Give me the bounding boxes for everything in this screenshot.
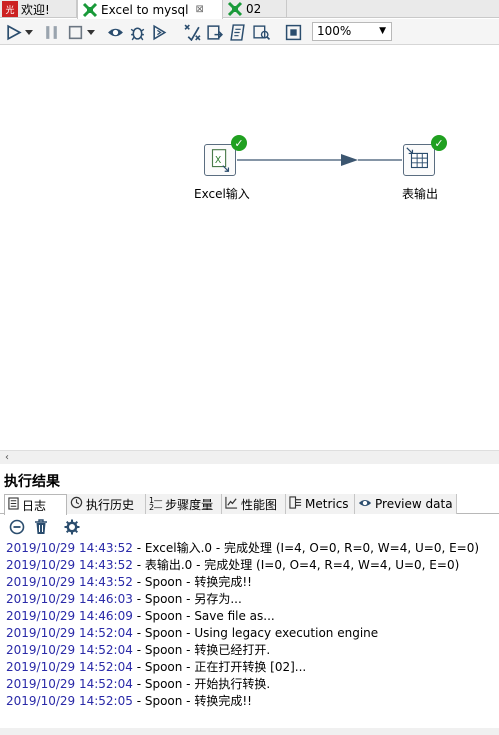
excel-input-step[interactable]: X	[204, 144, 236, 176]
transformation-canvas[interactable]: X ✓ Excel输入 ✓ 表输出	[0, 46, 499, 450]
log-line: 2019/10/29 14:43:52 - 表输出.0 - 完成处理 (I=0,…	[6, 558, 460, 572]
sql-icon[interactable]	[228, 23, 246, 41]
log-line: 2019/10/29 14:46:03 - Spoon - 另存为...	[6, 592, 242, 606]
tab-excel-to-mysql[interactable]: Excel to mysql ⊠	[77, 0, 223, 19]
run-dropdown-icon[interactable]	[24, 23, 34, 41]
chevron-down-icon: ▼	[379, 26, 386, 36]
success-check-icon: ✓	[231, 135, 247, 151]
results-title: 执行结果	[4, 474, 60, 490]
stop-log-icon[interactable]	[8, 518, 26, 536]
tab-history[interactable]: 执行历史	[67, 494, 146, 514]
node-label: Excel输入	[194, 187, 250, 201]
metrics-icon	[289, 496, 302, 512]
verify-icon[interactable]	[183, 23, 201, 41]
success-check-icon: ✓	[431, 135, 447, 151]
log-output[interactable]: 2019/10/29 14:43:52 - Excel输入.0 - 完成处理 (…	[0, 540, 499, 735]
tab-label: 步骤度量	[165, 497, 214, 512]
log-horizontal-scrollbar[interactable]	[0, 728, 499, 735]
tab-performance-graph[interactable]: 性能图	[222, 494, 286, 514]
preview-icon[interactable]	[106, 23, 124, 41]
history-icon	[70, 496, 83, 512]
welcome-icon: 光	[2, 1, 18, 17]
clear-log-icon[interactable]	[32, 518, 50, 536]
tab-label: 日志	[22, 498, 47, 513]
transformation-icon	[82, 2, 98, 18]
log-line: 2019/10/29 14:52:04 - Spoon - 开始执行转换.	[6, 677, 271, 691]
node-label: 表输出	[402, 187, 439, 201]
step-metrics-icon: 1― 2―	[149, 496, 163, 512]
log-icon	[8, 497, 19, 513]
log-line: 2019/10/29 14:52:04 - Spoon - Using lega…	[6, 626, 379, 640]
transformation-toolbar: 100% ▼	[0, 19, 499, 45]
hop-connector[interactable]	[0, 46, 499, 450]
tab-preview-data[interactable]: Preview data	[355, 494, 457, 514]
stop-dropdown-icon[interactable]	[86, 23, 96, 41]
tab-welcome[interactable]: 光 欢迎!	[0, 0, 77, 18]
log-line: 2019/10/29 14:46:09 - Spoon - Save file …	[6, 609, 275, 623]
debug-icon[interactable]	[128, 23, 146, 41]
explore-db-icon[interactable]	[252, 23, 270, 41]
tab-metrics[interactable]: Metrics	[286, 494, 355, 514]
log-toolbar	[0, 515, 499, 539]
log-line: 2019/10/29 14:43:52 - Spoon - 转换完成!!	[6, 575, 252, 589]
tab-label: Excel to mysql	[101, 2, 189, 17]
editor-tab-bar: 光 欢迎! Excel to mysql ⊠ 02	[0, 0, 499, 19]
zoom-value: 100%	[317, 24, 352, 38]
preview-data-icon	[358, 496, 372, 513]
stop-icon[interactable]	[66, 23, 84, 41]
tab-label: 欢迎!	[21, 2, 50, 17]
replay-icon[interactable]	[150, 23, 168, 41]
tab-log[interactable]: 日志	[4, 494, 67, 515]
zoom-select[interactable]: 100% ▼	[312, 22, 392, 41]
log-line: 2019/10/29 14:52:05 - Spoon - 转换完成!!	[6, 694, 252, 708]
show-results-icon[interactable]	[284, 23, 302, 41]
results-tab-bar: 日志 执行历史 1― 2― 步骤度量 性能图 Metrics Preview da…	[0, 494, 499, 515]
pause-icon[interactable]	[42, 23, 60, 41]
svg-text:X: X	[215, 155, 222, 166]
log-line: 2019/10/29 14:43:52 - Excel输入.0 - 完成处理 (…	[6, 541, 480, 555]
tab-02[interactable]: 02	[223, 0, 287, 18]
scroll-left-icon[interactable]: ‹	[5, 451, 9, 464]
log-settings-icon[interactable]	[63, 518, 81, 536]
log-line: 2019/10/29 14:52:04 - Spoon - 转换已经打开.	[6, 643, 271, 657]
tab-step-metrics[interactable]: 1― 2― 步骤度量	[146, 494, 222, 514]
tab-label: Metrics	[305, 497, 349, 511]
table-output-icon	[406, 147, 428, 169]
table-output-step[interactable]	[403, 144, 435, 176]
tab-label: 02	[246, 2, 262, 16]
close-icon[interactable]: ⊠	[195, 4, 203, 15]
tab-label: 性能图	[241, 497, 278, 512]
performance-graph-icon	[225, 496, 238, 512]
log-line: 2019/10/29 14:52:04 - Spoon - 正在打开转换 [02…	[6, 660, 307, 674]
canvas-horizontal-scrollbar[interactable]: ‹	[0, 450, 499, 464]
tab-label: 执行历史	[86, 497, 135, 512]
impact-icon[interactable]	[205, 23, 223, 41]
run-icon[interactable]	[4, 23, 22, 41]
excel-input-icon: X	[211, 149, 230, 172]
transformation-icon	[227, 1, 243, 17]
tab-label: Preview data	[375, 497, 453, 511]
